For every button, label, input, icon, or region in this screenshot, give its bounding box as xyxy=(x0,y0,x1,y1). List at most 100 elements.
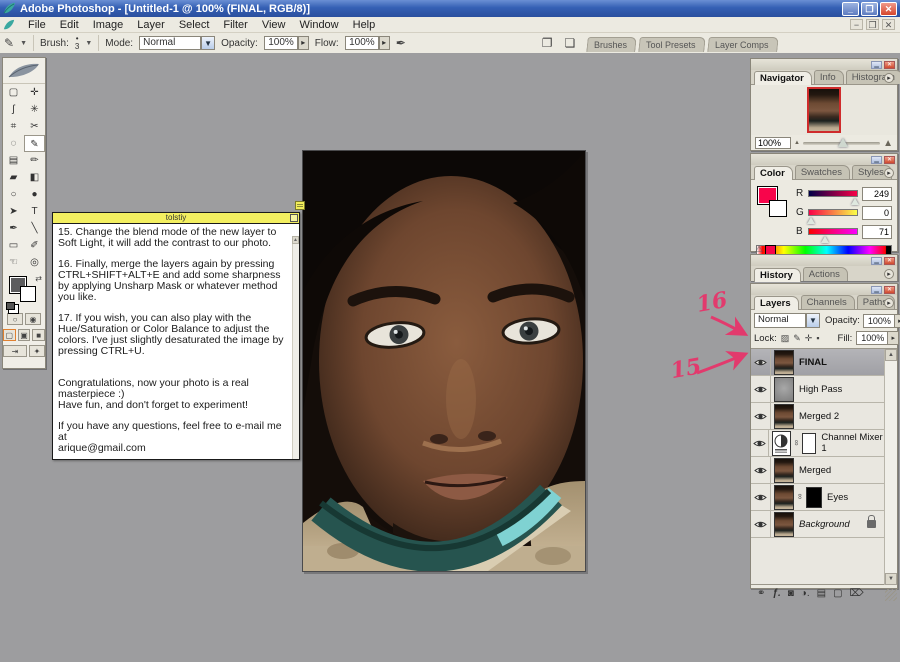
document-canvas[interactable] xyxy=(302,150,586,572)
navigator-zoom-input[interactable]: 100% xyxy=(755,137,791,149)
blend-mode-select[interactable]: Normal ▼ xyxy=(139,36,215,50)
layer-thumbnail[interactable] xyxy=(774,458,794,483)
type-tool[interactable]: T xyxy=(24,203,45,220)
lock-all-icon[interactable]: ▪ xyxy=(816,333,819,343)
tab-color[interactable]: Color xyxy=(754,166,793,180)
red-value-input[interactable]: 249 xyxy=(862,187,892,201)
scroll-down-icon[interactable]: ▼ xyxy=(885,573,897,585)
layer-row-background[interactable]: Background xyxy=(751,511,884,538)
doc-minimize-button[interactable]: − xyxy=(850,19,863,30)
visibility-toggle[interactable] xyxy=(751,484,771,511)
notes-tool[interactable]: ▭ xyxy=(3,237,24,254)
eraser-tool[interactable]: ▰ xyxy=(3,169,24,186)
blue-value-input[interactable]: 71 xyxy=(862,225,892,239)
add-mask-icon[interactable]: ◙ xyxy=(788,588,794,599)
layer-thumbnail[interactable] xyxy=(774,485,794,510)
blend-dropdown-arrow[interactable]: ▼ xyxy=(806,313,820,328)
title-bar[interactable]: Adobe Photoshop - [Untitled-1 @ 100% (FI… xyxy=(0,0,900,17)
palette-menu-button[interactable]: ▸ xyxy=(884,269,894,279)
zoom-tool[interactable]: ◎ xyxy=(24,254,45,271)
zoom-out-icon[interactable]: ▲ xyxy=(794,140,800,146)
note-annotation-icon[interactable] xyxy=(295,201,305,210)
layer-thumbnail[interactable] xyxy=(774,512,794,537)
layer-thumbnail[interactable] xyxy=(774,404,794,429)
doc-restore-button[interactable]: ❐ xyxy=(866,19,879,30)
palette-menu-button[interactable]: ▸ xyxy=(884,73,894,83)
link-layers-icon[interactable]: ⚭ xyxy=(757,588,765,599)
brush-tool[interactable]: ✎ xyxy=(24,135,45,152)
mode-dropdown-arrow[interactable]: ▼ xyxy=(201,36,215,50)
adjustment-layer-icon[interactable]: ◑. xyxy=(801,588,810,599)
layer-fill-input[interactable]: 100% xyxy=(856,331,888,345)
new-group-icon[interactable]: ▤ xyxy=(817,588,826,599)
fullscreen-mode-button[interactable]: ■ xyxy=(32,329,45,341)
healing-brush-tool[interactable]: ◌ xyxy=(3,135,24,152)
move-tool[interactable]: ✛ xyxy=(24,84,45,101)
layers-scrollbar[interactable]: ▲ ▼ xyxy=(884,349,897,585)
layer-opacity-arrow[interactable]: ▸ xyxy=(895,314,900,328)
well-tab-layer-comps[interactable]: Layer Comps xyxy=(707,37,778,52)
tab-channels[interactable]: Channels xyxy=(801,295,855,309)
scroll-up-icon[interactable]: ▲ xyxy=(292,236,299,244)
tool-preset-dropdown-arrow[interactable]: ▼ xyxy=(20,40,27,47)
airbrush-icon[interactable]: ✒ xyxy=(396,36,406,50)
scroll-up-icon[interactable]: ▲ xyxy=(885,349,897,361)
visibility-toggle[interactable] xyxy=(751,457,771,484)
menu-edit[interactable]: Edit xyxy=(53,18,86,32)
lock-transparency-icon[interactable]: ▨ xyxy=(781,333,790,344)
layer-thumbnail[interactable] xyxy=(774,350,794,375)
navigator-proxy-preview[interactable] xyxy=(807,87,841,133)
palette-close-button[interactable]: ✕ xyxy=(884,61,895,69)
tab-info[interactable]: Info xyxy=(814,70,844,84)
palette-minimize-button[interactable]: ▁ xyxy=(871,286,882,294)
palette-resize-grip[interactable] xyxy=(885,589,897,601)
standard-mode-button[interactable]: ○ xyxy=(7,313,23,325)
menu-layer[interactable]: Layer xyxy=(130,18,172,32)
menu-file[interactable]: File xyxy=(21,18,53,32)
pen-tool[interactable]: ✒ xyxy=(3,220,24,237)
opacity-arrow[interactable]: ▸ xyxy=(298,36,309,50)
layer-row-merged[interactable]: Merged xyxy=(751,457,884,484)
lasso-tool[interactable]: ʃ xyxy=(3,101,24,118)
dodge-tool[interactable]: ● xyxy=(24,186,45,203)
palette-menu-button[interactable]: ▸ xyxy=(884,168,894,178)
menu-view[interactable]: View xyxy=(255,18,293,32)
clone-stamp-tool[interactable]: ▤ xyxy=(3,152,24,169)
menu-select[interactable]: Select xyxy=(172,18,217,32)
red-slider[interactable] xyxy=(808,190,858,197)
palette-minimize-button[interactable]: ▁ xyxy=(871,156,882,164)
well-tab-brushes[interactable]: Brushes xyxy=(586,37,637,52)
visibility-toggle[interactable] xyxy=(751,349,771,376)
visibility-toggle[interactable] xyxy=(751,511,771,538)
gamut-closest-color-swatch[interactable] xyxy=(765,245,776,255)
fullscreen-menubar-mode-button[interactable]: ▣ xyxy=(18,329,31,341)
note-close-button[interactable] xyxy=(290,214,298,222)
layer-row-channel-mixer[interactable]: ∞ Channel Mixer 1 xyxy=(751,430,884,457)
file-browser-toggle-icon[interactable]: ❐ xyxy=(542,36,553,50)
path-selection-tool[interactable]: ➤ xyxy=(3,203,24,220)
palette-menu-button[interactable]: ▸ xyxy=(884,298,894,308)
brush-tool-preset-icon[interactable]: ✎ xyxy=(4,36,14,50)
flow-arrow[interactable]: ▸ xyxy=(379,36,390,50)
doc-close-button[interactable]: ✕ xyxy=(882,19,895,30)
opacity-input[interactable]: 100% xyxy=(264,36,298,50)
close-button[interactable]: ✕ xyxy=(880,2,897,16)
layer-blend-mode-select[interactable]: Normal ▼ xyxy=(754,313,820,328)
tab-swatches[interactable]: Swatches xyxy=(795,165,850,179)
tab-actions[interactable]: Actions xyxy=(803,267,848,281)
delete-layer-icon[interactable]: ⌦ xyxy=(850,588,864,599)
layer-mask-thumbnail[interactable] xyxy=(806,487,822,508)
lock-position-icon[interactable]: ✛ xyxy=(805,333,813,344)
swap-colors-icon[interactable]: ⇄ xyxy=(35,274,42,283)
palette-close-button[interactable]: ✕ xyxy=(884,286,895,294)
standard-screen-mode-button[interactable]: ▢ xyxy=(3,329,16,341)
hand-tool[interactable]: ☜ xyxy=(3,254,24,271)
note-title-bar[interactable]: tolstiy xyxy=(53,213,299,224)
brush-dropdown-arrow[interactable]: ▼ xyxy=(85,40,92,47)
edit-in-imageready-button[interactable]: ⇥ xyxy=(3,345,27,357)
blur-tool[interactable]: ○ xyxy=(3,186,24,203)
adjustment-layer-icon[interactable] xyxy=(772,431,790,456)
menu-help[interactable]: Help xyxy=(346,18,383,32)
line-tool[interactable]: ╲ xyxy=(24,220,45,237)
menu-image[interactable]: Image xyxy=(86,18,131,32)
